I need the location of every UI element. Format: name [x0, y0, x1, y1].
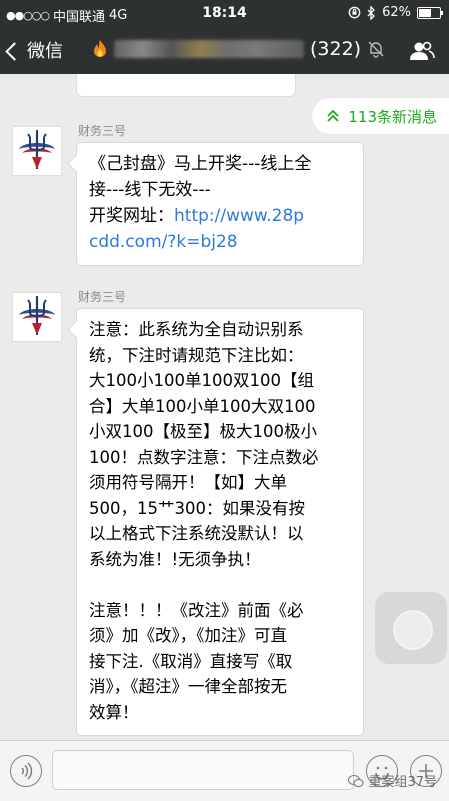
message-text: 注意：此系统为全自动识别系 统，下注时请规范下注比如： 大100小100单100…: [89, 320, 319, 722]
sender-name: 财务三号: [78, 290, 127, 304]
chat-area[interactable]: 113条新消息 财务三号 《己封盘》马上开奖---线上全 接---线下无效---…: [0, 74, 449, 740]
trident-logo-icon: [19, 296, 55, 335]
chevron-left-icon: [5, 41, 24, 61]
input-bar: 重案组37号: [0, 740, 449, 801]
rotation-lock-icon: [348, 6, 361, 19]
status-right: 62%: [348, 5, 443, 20]
new-messages-label: 113条新消息: [348, 107, 437, 126]
watermark: 重案组37号: [348, 771, 437, 790]
assistive-touch-circle: [393, 610, 433, 650]
avatar[interactable]: [12, 126, 62, 176]
battery-percent: 62%: [382, 5, 411, 20]
message-input[interactable]: [52, 750, 354, 790]
nav-bar: 微信 (322): [0, 28, 449, 74]
group-name-blurred: [114, 40, 304, 58]
voice-icon: [21, 762, 33, 780]
watermark-text: 重案组37号: [368, 775, 437, 790]
assistive-touch-button[interactable]: [375, 592, 447, 664]
back-button[interactable]: 微信: [5, 37, 63, 63]
double-chevron-up-icon: [327, 109, 339, 122]
voice-button[interactable]: [10, 755, 42, 787]
sender-name: 财务三号: [78, 124, 127, 138]
fire-icon: [94, 40, 106, 57]
bluetooth-icon: [367, 5, 376, 20]
back-label: 微信: [27, 41, 63, 62]
chat-title: (322): [92, 38, 385, 60]
trident-logo-icon: [19, 130, 55, 169]
battery-fill: [419, 8, 432, 17]
battery-icon: [417, 6, 443, 19]
previous-message-bubble: [76, 74, 296, 97]
member-count: (322): [310, 38, 362, 60]
mute-bell-icon: [368, 41, 384, 58]
message-bubble[interactable]: 《己封盘》马上开奖---线上全 接---线下无效--- 开奖网址：http://…: [76, 142, 364, 266]
wechat-logo-icon: [348, 774, 365, 787]
group-members-icon[interactable]: [409, 40, 435, 62]
message-bubble[interactable]: 注意：此系统为全自动识别系 统，下注时请规范下注比如： 大100小100单100…: [76, 308, 364, 736]
status-bar: ●●○○○ 中国联通 4G 18:14 62%: [0, 0, 449, 28]
avatar[interactable]: [12, 292, 62, 342]
new-messages-button[interactable]: 113条新消息: [312, 98, 449, 134]
